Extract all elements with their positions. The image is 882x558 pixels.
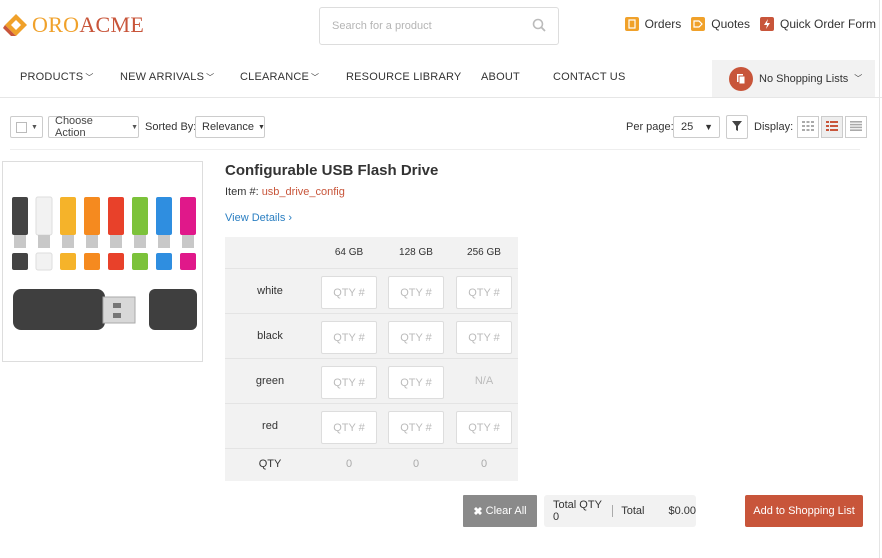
top-links: Orders Quotes Quick Order Form (624, 17, 876, 31)
matrix-column-header: 64 GB (334, 247, 364, 258)
nav-clearance[interactable]: CLEARANCE ﹀ (240, 71, 319, 83)
matrix-row-label: green (255, 375, 285, 387)
quick-order-link[interactable]: Quick Order Form (759, 17, 876, 31)
filter-button[interactable] (726, 115, 748, 139)
per-page-select[interactable]: 25 ▼ (673, 116, 720, 138)
compact-view-button[interactable] (845, 116, 867, 138)
caret-down-icon: ▼ (257, 123, 265, 131)
list-icon (826, 120, 838, 134)
view-details-link[interactable]: View Details › (225, 212, 292, 224)
matrix-column-header: 128 GB (399, 247, 433, 258)
caret-down-icon: ▼ (31, 123, 38, 131)
quotes-link[interactable]: Quotes (691, 17, 750, 31)
chevron-down-icon: ﹀ (85, 73, 94, 82)
column-total: 0 (480, 458, 488, 470)
qty-input[interactable]: QTY # (321, 366, 377, 399)
total-label: Total (621, 505, 645, 517)
select-all-checkbox[interactable] (16, 121, 27, 133)
orders-label: Orders (644, 17, 682, 31)
matrix-divider (225, 313, 518, 314)
chevron-down-icon: ﹀ (854, 74, 863, 83)
matrix-divider (225, 268, 518, 269)
close-icon: ✖ (473, 505, 483, 518)
list-view-button[interactable] (821, 116, 843, 138)
column-total: 0 (345, 458, 353, 470)
sorted-by-label: Sorted By: (145, 121, 197, 133)
quotes-icon (691, 17, 706, 31)
main-nav: PRODUCTS ﹀ NEW ARRIVALS ﹀ CLEARANCE ﹀ RESOU… (0, 60, 882, 98)
matrix-row-label: black (257, 330, 283, 342)
matrix-divider (225, 403, 518, 404)
qty-input[interactable]: QTY # (321, 276, 377, 309)
qty-input[interactable]: QTY # (456, 411, 512, 444)
column-total: 0 (412, 458, 420, 470)
chevron-right-icon: › (285, 212, 293, 224)
toolbar-divider (10, 149, 860, 150)
qty-input[interactable]: QTY # (321, 321, 377, 354)
shopping-list-widget[interactable]: No Shopping Lists ﹀ (712, 60, 875, 97)
totals-summary: Total QTY 0 Total $0.00 (544, 495, 696, 527)
qty-input[interactable]: QTY # (388, 276, 444, 309)
quick-order-label: Quick Order Form (779, 17, 876, 31)
matrix-divider (225, 448, 518, 449)
variant-matrix: 64 GB 128 GB 256 GB white QTY # QTY # QT… (225, 237, 518, 481)
not-available-label: N/A (474, 375, 494, 387)
mass-select[interactable]: ▼ (10, 116, 43, 138)
filter-icon (732, 120, 742, 134)
total-value: $0.00 (668, 505, 696, 517)
nav-about[interactable]: ABOUT (481, 71, 520, 83)
chevron-down-icon: ﹀ (311, 73, 320, 82)
clear-all-button[interactable]: ✖ Clear All (463, 495, 537, 527)
divider (612, 505, 614, 517)
product-image[interactable] (2, 161, 203, 362)
product-toolbar: ▼ Choose Action ▼ Sorted By: Relevance ▼ P… (0, 115, 882, 141)
qty-input[interactable]: QTY # (321, 411, 377, 444)
qty-input[interactable]: QTY # (456, 321, 512, 354)
matrix-column-header: 256 GB (467, 247, 501, 258)
qty-input[interactable]: QTY # (388, 411, 444, 444)
nav-new-arrivals[interactable]: NEW ARRIVALS ﹀ (120, 71, 214, 83)
quotes-label: Quotes (711, 17, 750, 31)
caret-down-icon: ▼ (704, 122, 713, 132)
orders-link[interactable]: Orders (624, 17, 682, 31)
logo-mark-icon (3, 12, 29, 38)
search-input[interactable] (332, 20, 532, 32)
matrix-row-label: white (257, 285, 283, 297)
add-to-shopping-list-button[interactable]: Add to Shopping List (745, 495, 863, 527)
product-sku-line: Item #: usb_drive_config (225, 186, 345, 198)
product-sku: usb_drive_config (261, 186, 345, 198)
per-page-label: Per page: (626, 121, 674, 133)
product-title[interactable]: Configurable USB Flash Drive (225, 162, 438, 179)
quick-order-icon (759, 17, 774, 31)
gallery-view-button[interactable] (797, 116, 819, 138)
orders-icon (624, 17, 639, 31)
nav-products[interactable]: PRODUCTS ﹀ (20, 71, 94, 83)
matrix-qty-label: QTY (258, 458, 282, 470)
chevron-down-icon: ﹀ (206, 73, 215, 82)
brand-logo[interactable]: OROACME (3, 12, 144, 38)
qty-input[interactable]: QTY # (388, 321, 444, 354)
total-qty: Total QTY 0 (553, 499, 602, 523)
choose-action-select[interactable]: Choose Action ▼ (48, 115, 139, 139)
display-label: Display: (754, 121, 794, 133)
shopping-list-icon (729, 66, 753, 91)
brand-name: OROACME (32, 12, 145, 37)
caret-down-icon: ▼ (131, 123, 138, 131)
shopping-list-label: No Shopping Lists (759, 72, 849, 85)
compact-list-icon (850, 120, 862, 134)
search-icon[interactable] (532, 18, 546, 35)
nav-contact-us[interactable]: CONTACT US (553, 71, 626, 83)
sort-select[interactable]: Relevance ▼ (195, 116, 265, 138)
qty-input[interactable]: QTY # (388, 366, 444, 399)
nav-resource-library[interactable]: RESOURCE LIBRARY (346, 71, 461, 83)
matrix-divider (225, 358, 518, 359)
grid-icon (802, 120, 814, 134)
search-box (319, 7, 559, 45)
qty-input[interactable]: QTY # (456, 276, 512, 309)
matrix-row-label: red (262, 420, 278, 432)
